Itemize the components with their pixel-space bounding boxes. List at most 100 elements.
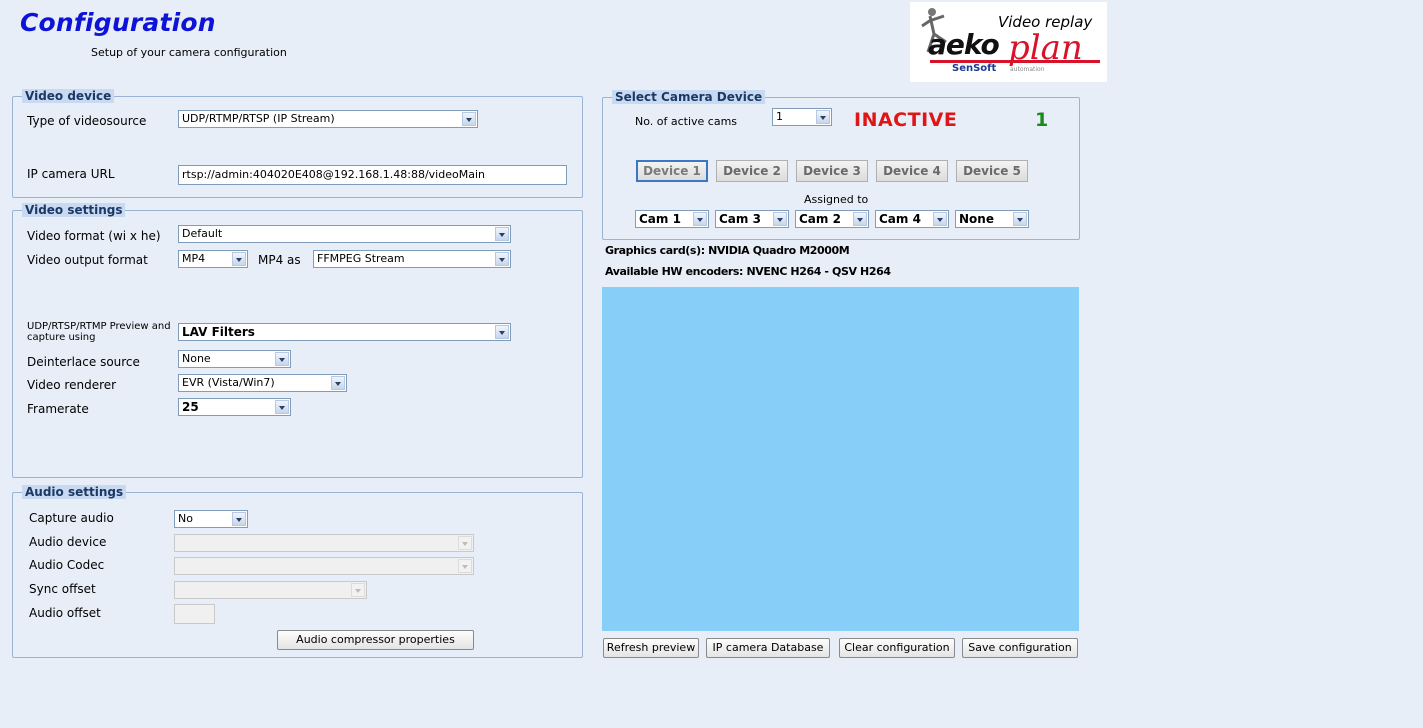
- device-3-assignment-select[interactable]: Cam 2: [795, 210, 869, 228]
- framerate-label: Framerate: [27, 402, 89, 416]
- mp4-as-select[interactable]: FFMPEG Stream: [313, 250, 511, 268]
- preview-capture-label: UDP/RTSP/RTMP Preview and capture using: [27, 321, 171, 343]
- video-renderer-select[interactable]: EVR (Vista/Win7): [178, 374, 347, 392]
- deinterlace-value: None: [182, 352, 211, 365]
- device-3-assignment-value: Cam 2: [799, 212, 841, 226]
- preview-capture-select[interactable]: LAV Filters: [178, 323, 511, 341]
- page-subtitle: Setup of your camera configuration: [91, 46, 287, 59]
- chevron-down-icon[interactable]: [853, 212, 867, 226]
- logo-brand-a: aeko: [928, 28, 1000, 61]
- ip-camera-url-label: IP camera URL: [27, 167, 115, 181]
- video-format-select[interactable]: Default: [178, 225, 511, 243]
- device-2-button[interactable]: Device 2: [716, 160, 788, 182]
- device-5-button[interactable]: Device 5: [956, 160, 1028, 182]
- logo-sensoft: SenSoft: [952, 63, 997, 74]
- save-configuration-button[interactable]: Save configuration: [962, 638, 1078, 658]
- videosource-type-label: Type of videosource: [27, 114, 147, 128]
- chevron-down-icon[interactable]: [462, 112, 476, 126]
- preview-capture-label-line2: capture using: [27, 332, 96, 343]
- audio-device-select[interactable]: [174, 534, 474, 552]
- device-4-button[interactable]: Device 4: [876, 160, 948, 182]
- videosource-type-select[interactable]: UDP/RTMP/RTSP (IP Stream): [178, 110, 478, 128]
- assigned-to-label: Assigned to: [804, 193, 869, 206]
- clear-configuration-button[interactable]: Clear configuration: [839, 638, 955, 658]
- chevron-down-icon[interactable]: [275, 400, 289, 414]
- page-title: Configuration: [20, 8, 216, 37]
- graphics-card-info: Graphics card(s): NVIDIA Quadro M2000M: [605, 244, 850, 257]
- hw-encoders-info: Available HW encoders: NVENC H264 - QSV …: [605, 265, 891, 278]
- ip-camera-url-input[interactable]: rtsp://admin:404020E408@192.168.1.48:88/…: [178, 165, 567, 185]
- capture-audio-value: No: [178, 512, 193, 525]
- active-cams-select[interactable]: 1: [772, 108, 832, 126]
- sync-offset-label: Sync offset: [29, 582, 96, 596]
- chevron-down-icon[interactable]: [331, 376, 345, 390]
- video-preview-area: [602, 287, 1079, 631]
- chevron-down-icon: [458, 559, 472, 573]
- device-1-assignment-value: Cam 1: [639, 212, 681, 226]
- capture-audio-label: Capture audio: [29, 511, 114, 525]
- device-4-assignment-value: Cam 4: [879, 212, 921, 226]
- audio-offset-input[interactable]: [174, 604, 215, 624]
- video-device-group: Video device Type of videosource UDP/RTM…: [12, 89, 583, 198]
- video-format-value: Default: [182, 227, 223, 240]
- chevron-down-icon[interactable]: [1013, 212, 1027, 226]
- device-2-assignment-select[interactable]: Cam 3: [715, 210, 789, 228]
- framerate-select[interactable]: 25: [178, 398, 291, 416]
- video-settings-group: Video settings Video format (wi x he) De…: [12, 203, 583, 478]
- audio-offset-label: Audio offset: [29, 606, 101, 620]
- device-3-button[interactable]: Device 3: [796, 160, 868, 182]
- video-renderer-value: EVR (Vista/Win7): [182, 376, 275, 389]
- camera-device-group: Select Camera Device No. of active cams …: [602, 90, 1080, 240]
- chevron-down-icon[interactable]: [693, 212, 707, 226]
- chevron-down-icon[interactable]: [275, 352, 289, 366]
- mp4-as-value: FFMPEG Stream: [317, 252, 405, 265]
- active-count: 1: [1035, 109, 1049, 131]
- chevron-down-icon[interactable]: [495, 252, 509, 266]
- deinterlace-select[interactable]: None: [178, 350, 291, 368]
- video-format-label: Video format (wi x he): [27, 229, 161, 243]
- chevron-down-icon[interactable]: [232, 252, 246, 266]
- framerate-value: 25: [182, 400, 199, 414]
- active-cams-label: No. of active cams: [635, 115, 738, 128]
- audio-device-label: Audio device: [29, 535, 107, 549]
- chevron-down-icon[interactable]: [495, 325, 509, 339]
- video-output-format-value: MP4: [182, 252, 206, 265]
- audio-codec-select[interactable]: [174, 557, 474, 575]
- device-1-assignment-select[interactable]: Cam 1: [635, 210, 709, 228]
- chevron-down-icon: [458, 536, 472, 550]
- sync-offset-select[interactable]: [174, 581, 367, 599]
- video-settings-group-label: Video settings: [22, 203, 126, 217]
- deinterlace-label: Deinterlace source: [27, 355, 140, 369]
- chevron-down-icon[interactable]: [495, 227, 509, 241]
- refresh-preview-button[interactable]: Refresh preview: [603, 638, 699, 658]
- logo-automation: automation: [1010, 66, 1045, 73]
- device-5-assignment-select[interactable]: None: [955, 210, 1029, 228]
- audio-settings-group-label: Audio settings: [22, 485, 127, 499]
- chevron-down-icon[interactable]: [232, 512, 246, 526]
- preview-capture-value: LAV Filters: [182, 325, 255, 339]
- status-indicator: INACTIVE: [854, 109, 958, 131]
- chevron-down-icon[interactable]: [816, 110, 830, 124]
- video-device-group-label: Video device: [22, 89, 115, 103]
- chevron-down-icon[interactable]: [933, 212, 947, 226]
- brand-logo: Video replay aeko plan SenSoft automatio…: [910, 2, 1107, 82]
- device-2-assignment-value: Cam 3: [719, 212, 761, 226]
- capture-audio-select[interactable]: No: [174, 510, 248, 528]
- video-output-format-label: Video output format: [27, 253, 148, 267]
- mp4-as-label: MP4 as: [258, 253, 301, 267]
- camera-device-group-label: Select Camera Device: [612, 90, 766, 104]
- audio-compressor-button[interactable]: Audio compressor properties: [277, 630, 474, 650]
- device-1-button[interactable]: Device 1: [636, 160, 708, 182]
- video-output-format-select[interactable]: MP4: [178, 250, 248, 268]
- preview-capture-label-line1: UDP/RTSP/RTMP Preview and: [27, 321, 171, 332]
- video-renderer-label: Video renderer: [27, 378, 117, 392]
- active-cams-value: 1: [776, 110, 783, 123]
- ip-camera-database-button[interactable]: IP camera Database: [706, 638, 830, 658]
- device-5-assignment-value: None: [959, 212, 994, 226]
- device-4-assignment-select[interactable]: Cam 4: [875, 210, 949, 228]
- videosource-type-value: UDP/RTMP/RTSP (IP Stream): [182, 112, 335, 125]
- chevron-down-icon: [351, 583, 365, 597]
- audio-codec-label: Audio Codec: [29, 558, 105, 572]
- audio-settings-group: Audio settings Capture audio No Audio de…: [12, 485, 583, 658]
- chevron-down-icon[interactable]: [773, 212, 787, 226]
